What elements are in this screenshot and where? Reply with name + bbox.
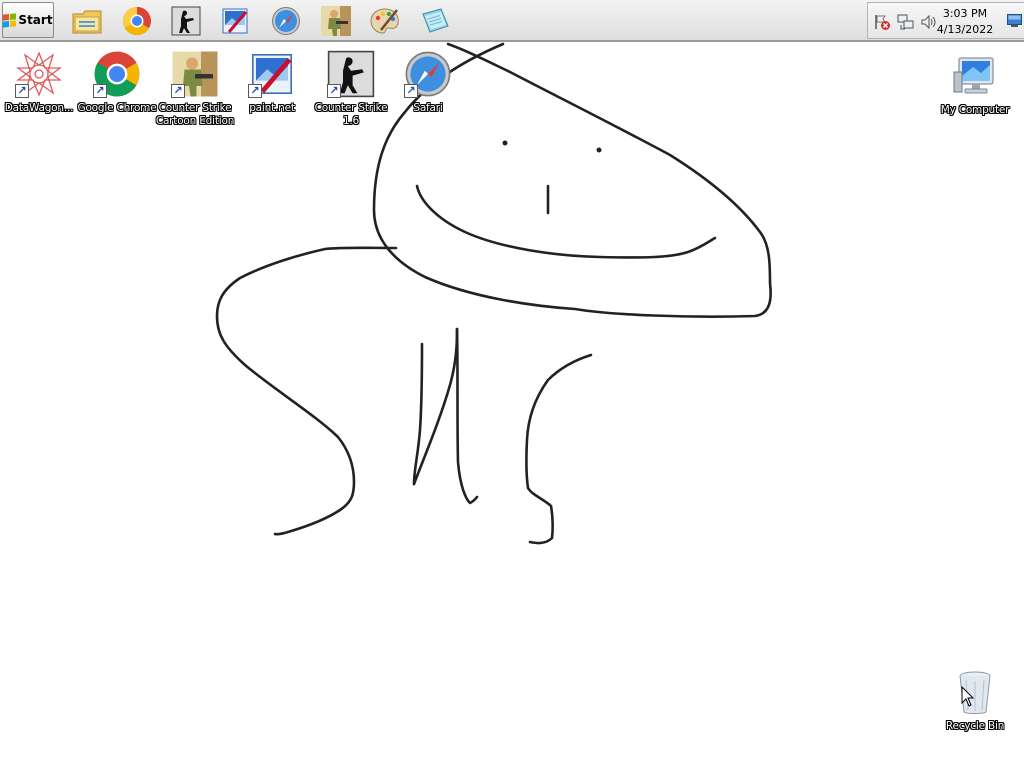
desktop-icon-counter-strike-cartoon[interactable]: ↗ Counter Strike Cartoon Edition xyxy=(155,50,235,128)
chrome-icon xyxy=(123,7,151,35)
desktop-icon-label: DataWagon... xyxy=(4,102,74,114)
counter-strike-cartoon-icon xyxy=(321,6,351,36)
show-desktop-icon[interactable] xyxy=(1007,14,1022,27)
quick-launch-paint-net[interactable] xyxy=(217,3,253,39)
desktop-icon-datawagon[interactable]: ↗ DataWagon... xyxy=(0,50,79,115)
desktop-icon-label: Safari xyxy=(413,102,443,114)
desktop-icon-my-computer[interactable]: My Computer xyxy=(934,52,1016,117)
paint-palette-icon xyxy=(370,8,399,34)
shortcut-arrow-icon: ↗ xyxy=(171,84,185,98)
counter-strike-icon xyxy=(171,6,201,36)
quick-launch-counter-strike-cartoon[interactable] xyxy=(318,3,354,39)
shortcut-arrow-icon: ↗ xyxy=(404,84,418,98)
shortcut-arrow-icon: ↗ xyxy=(93,84,107,98)
start-label: Start xyxy=(18,13,53,27)
desktop-icon-label: Counter Strike Cartoon Edition xyxy=(155,102,235,127)
action-center-flag-icon[interactable] xyxy=(873,13,891,31)
shortcut-arrow-icon: ↗ xyxy=(327,84,341,98)
desktop-icon-label: My Computer xyxy=(940,104,1010,116)
desktop[interactable]: Start 3:03 PM 4/13/2022 ↗ DataWagon... ↗… xyxy=(0,0,1024,768)
desktop-icon-label: Counter Strike 1.6 xyxy=(314,102,388,127)
clock-date[interactable]: 4/13/2022 xyxy=(930,23,1000,36)
desktop-icon-google-chrome[interactable]: ↗ Google Chrome xyxy=(77,50,157,115)
freehand-drawing xyxy=(215,42,772,545)
quick-launch-explorer[interactable] xyxy=(69,3,105,39)
desktop-icon-label: Recycle Bin xyxy=(945,720,1005,732)
windows-explorer-icon xyxy=(72,10,102,34)
mouse-cursor-icon xyxy=(961,686,975,707)
desktop-icon-label: Google Chrome xyxy=(77,102,157,114)
clock-time[interactable]: 3:03 PM xyxy=(930,7,1000,20)
recycle-bin-icon xyxy=(959,671,991,714)
desktop-icon-paint-net[interactable]: ↗ paint.net xyxy=(232,50,312,115)
quick-launch-safari[interactable] xyxy=(268,3,304,39)
quick-launch-paint[interactable] xyxy=(367,3,403,39)
shortcut-arrow-icon: ↗ xyxy=(15,84,29,98)
desktop-icon-counter-strike[interactable]: ↗ Counter Strike 1.6 xyxy=(311,50,391,128)
network-icon[interactable] xyxy=(897,13,915,31)
quick-launch-chrome[interactable] xyxy=(119,3,155,39)
notepad-icon xyxy=(422,8,449,33)
safari-icon xyxy=(272,7,300,35)
desktop-icon-safari[interactable]: ↗ Safari xyxy=(388,50,468,115)
desktop-icon-recycle-bin[interactable]: Recycle Bin xyxy=(934,668,1016,733)
start-button[interactable]: Start xyxy=(2,2,54,38)
quick-launch-notepad[interactable] xyxy=(417,3,453,39)
paint-net-icon xyxy=(222,8,248,34)
taskbar: Start 3:03 PM 4/13/2022 xyxy=(0,0,1024,42)
windows-logo-icon xyxy=(3,12,17,28)
desktop-icon-label: paint.net xyxy=(249,102,295,114)
system-tray: 3:03 PM 4/13/2022 xyxy=(867,2,1024,39)
quick-launch-counter-strike[interactable] xyxy=(168,3,204,39)
computer-icon xyxy=(953,57,994,94)
shortcut-arrow-icon: ↗ xyxy=(248,84,262,98)
